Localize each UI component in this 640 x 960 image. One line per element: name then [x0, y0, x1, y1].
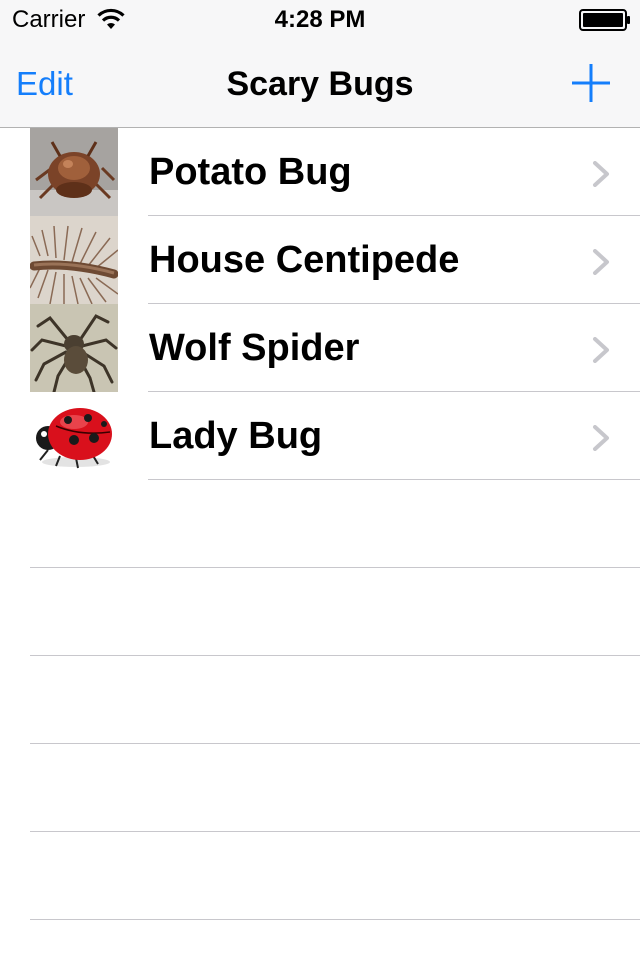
battery-icon: [579, 9, 630, 31]
bug-name: Wolf Spider: [149, 327, 360, 369]
house-centipede-thumbnail: [30, 216, 118, 304]
row-separator: [148, 479, 640, 480]
lady-bug-thumbnail: [30, 392, 118, 480]
bug-list: Potato Bug House Centipede Wolf Spider L…: [0, 128, 640, 960]
top-bar: Carrier 4:28 PM Edit Scary Bugs: [0, 0, 640, 128]
empty-row-separator: [30, 567, 640, 568]
page-title: Scary Bugs: [226, 65, 414, 103]
navigation-bar: Edit Scary Bugs: [0, 40, 640, 128]
list-item[interactable]: House Centipede: [0, 216, 640, 304]
empty-row-separator: [30, 655, 640, 656]
status-time: 4:28 PM: [274, 6, 366, 33]
bug-name: Lady Bug: [149, 415, 323, 457]
list-item[interactable]: Lady Bug: [0, 392, 640, 480]
chevron-right-icon: [593, 161, 609, 187]
bug-name: House Centipede: [149, 239, 460, 281]
wolf-spider-thumbnail: [30, 304, 118, 392]
chevron-right-icon: [593, 337, 609, 363]
empty-row-separator: [30, 743, 640, 744]
potato-bug-thumbnail: [30, 128, 118, 216]
chevron-right-icon: [593, 249, 609, 275]
bug-name: Potato Bug: [149, 151, 352, 193]
add-button[interactable]: [568, 60, 614, 106]
empty-row-separator: [30, 831, 640, 832]
status-bar: Carrier 4:28 PM: [0, 0, 640, 40]
empty-row-separator: [30, 919, 640, 920]
list-item[interactable]: Wolf Spider: [0, 304, 640, 392]
plus-icon: [572, 64, 610, 102]
list-item[interactable]: Potato Bug: [0, 128, 640, 216]
chevron-right-icon: [593, 425, 609, 451]
